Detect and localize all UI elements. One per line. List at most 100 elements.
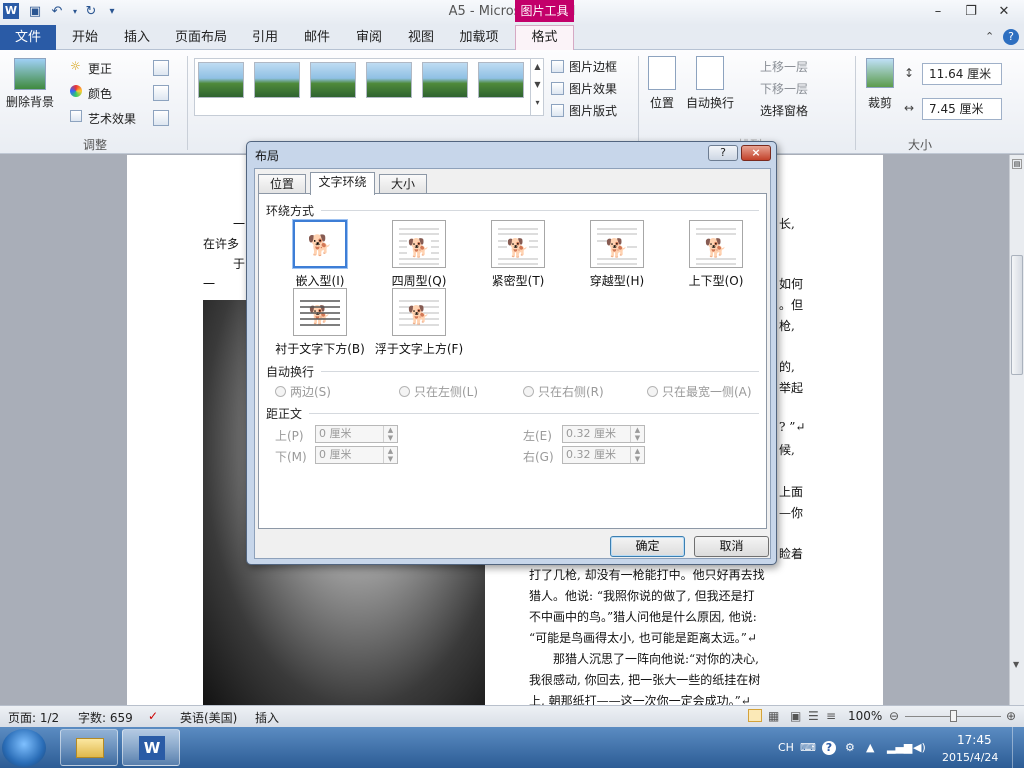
width-input[interactable]: 7.45 厘米 <box>922 98 1002 120</box>
wrap-inline-option[interactable]: 🐕 <box>293 220 347 268</box>
change-picture-icon[interactable] <box>153 85 169 101</box>
tab-home[interactable]: 开始 <box>62 28 108 50</box>
distance-right-input[interactable]: 0.32 厘米 ▲ ▼ <box>562 446 645 464</box>
wrap-right-only-radio[interactable]: 只在右侧(R) <box>523 383 604 400</box>
picture-style-thumb[interactable] <box>254 62 300 98</box>
picture-style-thumb[interactable] <box>366 62 412 98</box>
help-icon[interactable]: ? <box>1003 29 1019 45</box>
picture-effects-button[interactable]: 图片效果 <box>569 80 617 97</box>
tab-addins[interactable]: 加载项 <box>452 28 506 50</box>
wrap-behind-text-option[interactable]: 🐕 <box>293 288 347 336</box>
picture-style-thumb[interactable] <box>310 62 356 98</box>
show-hidden-icons[interactable]: ▲ <box>866 741 874 754</box>
spinner-arrows-icon[interactable]: ▲ ▼ <box>630 426 644 442</box>
zoom-out-icon[interactable]: ⊖ <box>889 709 899 723</box>
collapse-ribbon-icon[interactable]: ⌃ <box>985 30 994 43</box>
help-tray-icon[interactable]: ? <box>822 741 836 755</box>
scroll-thumb[interactable] <box>1011 255 1023 375</box>
minimize-button[interactable]: – <box>924 3 952 21</box>
distance-bottom-input[interactable]: 0 厘米 ▲ ▼ <box>315 446 398 464</box>
volume-icon[interactable]: ◀) <box>913 741 926 754</box>
distance-top-input[interactable]: 0 厘米 ▲ ▼ <box>315 425 398 443</box>
start-button[interactable] <box>2 729 46 767</box>
tab-file[interactable]: 文件 <box>0 25 56 50</box>
show-desktop-button[interactable] <box>1012 727 1024 768</box>
corrections-button[interactable]: 更正 <box>88 60 112 77</box>
wrap-through-option[interactable]: 🐕 <box>590 220 644 268</box>
wrap-square-option[interactable]: 🐕 <box>392 220 446 268</box>
dialog-close-button[interactable]: × <box>741 145 771 161</box>
wrap-largest-side-radio[interactable]: 只在最宽一侧(A) <box>647 383 752 400</box>
restore-button[interactable]: ❐ <box>957 3 985 21</box>
position-icon[interactable] <box>648 56 676 90</box>
dialog-help-button[interactable]: ? <box>708 145 738 161</box>
cancel-button[interactable]: 取消 <box>694 536 769 557</box>
crop-icon[interactable] <box>866 58 894 88</box>
keyboard-icon[interactable]: ⌨ <box>800 741 816 754</box>
tab-review[interactable]: 审阅 <box>346 28 392 50</box>
tab-text-wrapping[interactable]: 文字环绕 <box>310 172 375 195</box>
reset-picture-icon[interactable] <box>153 110 169 126</box>
picture-layout-button[interactable]: 图片版式 <box>569 102 617 119</box>
position-button[interactable]: 位置 <box>650 94 674 111</box>
tab-format[interactable]: 格式 <box>515 25 574 51</box>
spinner-arrows-icon[interactable]: ▲ ▼ <box>630 447 644 463</box>
compress-pictures-icon[interactable] <box>153 60 169 76</box>
tab-page-layout[interactable]: 页面布局 <box>170 28 232 50</box>
wrap-both-sides-radio[interactable]: 两边(S) <box>275 383 331 400</box>
explorer-taskbar-button[interactable] <box>60 729 118 766</box>
scroll-down-icon[interactable]: ▼ <box>1013 660 1019 669</box>
outline-view-icon[interactable]: ☰ <box>808 709 819 723</box>
ok-button[interactable]: 确定 <box>610 536 685 557</box>
wrap-tight-option[interactable]: 🐕 <box>491 220 545 268</box>
ime-indicator[interactable]: CH <box>778 741 794 754</box>
clock-date[interactable]: 2015/4/24 <box>942 751 998 764</box>
spinner-arrows-icon[interactable]: ▲ ▼ <box>383 426 397 442</box>
reading-view-icon[interactable]: ▦ <box>768 709 779 723</box>
zoom-in-icon[interactable]: ⊕ <box>1006 709 1016 723</box>
zoom-level[interactable]: 100% <box>848 709 882 723</box>
word-taskbar-button[interactable]: W <box>122 729 180 766</box>
proofing-icon[interactable]: ✓ <box>148 709 158 723</box>
wrap-left-only-radio[interactable]: 只在左侧(L) <box>399 383 478 400</box>
word-count[interactable]: 字数: 659 <box>78 709 133 726</box>
wrap-text-icon[interactable] <box>696 56 724 90</box>
network-icon[interactable]: ▂▄▆ <box>887 741 912 754</box>
spinner-arrows-icon[interactable]: ▲ ▼ <box>383 447 397 463</box>
gallery-scroll-icon[interactable]: ▲ ▼ ▾ <box>530 58 544 116</box>
artistic-effects-button[interactable]: 艺术效果 <box>88 110 136 127</box>
close-window-button[interactable]: ✕ <box>990 3 1018 21</box>
insert-mode[interactable]: 插入 <box>255 709 279 726</box>
tab-position[interactable]: 位置 <box>258 174 306 194</box>
tab-mailings[interactable]: 邮件 <box>294 28 340 50</box>
tab-insert[interactable]: 插入 <box>114 28 160 50</box>
remove-background-icon[interactable] <box>14 58 46 90</box>
web-view-icon[interactable]: ▣ <box>790 709 801 723</box>
clock-time[interactable]: 17:45 <box>957 733 992 747</box>
tray-options-icon[interactable]: ⚙ <box>845 741 855 754</box>
language-indicator[interactable]: 英语(美国) <box>180 709 237 726</box>
tab-references[interactable]: 引用 <box>242 28 288 50</box>
color-button[interactable]: 颜色 <box>88 85 112 102</box>
send-backward-button[interactable]: 下移一层 <box>760 80 808 97</box>
ruler-toggle-icon[interactable]: ▤ <box>1012 159 1022 169</box>
wrap-in-front-option[interactable]: 🐕 <box>392 288 446 336</box>
distance-left-input[interactable]: 0.32 厘米 ▲ ▼ <box>562 425 645 443</box>
selection-pane-button[interactable]: 选择窗格 <box>760 102 808 119</box>
tab-view[interactable]: 视图 <box>398 28 444 50</box>
remove-background-button[interactable]: 删除背景 <box>6 93 54 110</box>
picture-style-thumb[interactable] <box>198 62 244 98</box>
zoom-slider-thumb[interactable] <box>950 710 957 722</box>
picture-style-thumb[interactable] <box>422 62 468 98</box>
picture-border-button[interactable]: 图片边框 <box>569 58 617 75</box>
picture-style-thumb[interactable] <box>478 62 524 98</box>
draft-view-icon[interactable]: ≡ <box>826 709 836 723</box>
height-input[interactable]: 11.64 厘米 <box>922 63 1002 85</box>
bring-forward-button[interactable]: 上移一层 <box>760 58 808 75</box>
wrap-top-bottom-option[interactable]: 🐕 <box>689 220 743 268</box>
crop-button[interactable]: 裁剪 <box>868 94 892 111</box>
wrap-text-button[interactable]: 自动换行 <box>686 94 734 111</box>
tab-size[interactable]: 大小 <box>379 174 427 194</box>
page-counter[interactable]: 页面: 1/2 <box>8 709 59 726</box>
vertical-scrollbar[interactable]: ▤ ▼ <box>1009 155 1024 705</box>
